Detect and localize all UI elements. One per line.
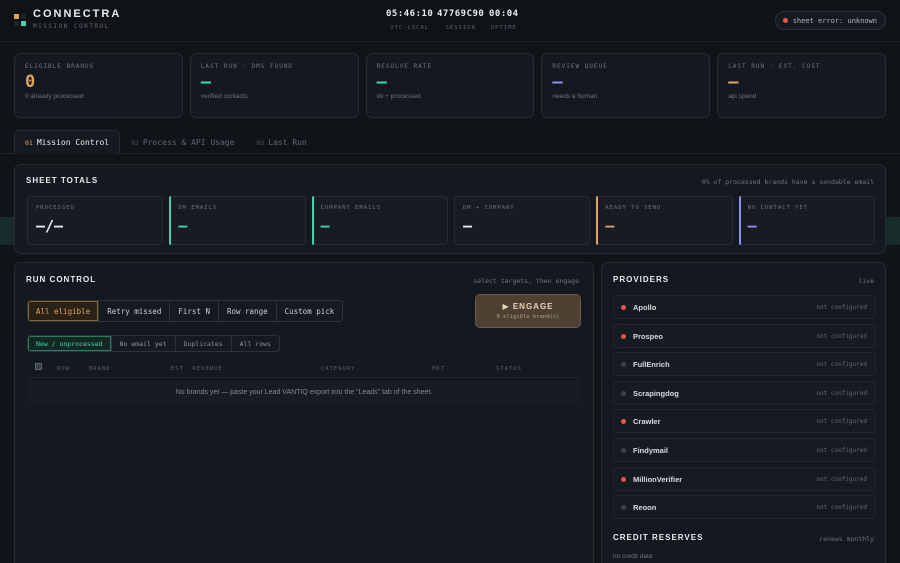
sheet-totals-panel: SHEET TOTALS 0% of processed brands have… [14,164,886,254]
engage-button[interactable]: ▶ ENGAGE 0 eligible brand(s) [475,294,581,328]
status-text: sheet error: unknown [792,16,877,25]
provider-status-dot-icon [621,476,626,482]
tab-bar: 01 Mission Control 02 Process & API Usage … [14,130,318,154]
panel-title: SHEET TOTALS [26,176,99,185]
logo-icon [14,14,26,26]
col-est-revenue: EST. REVENUE [171,366,223,372]
total-processed: PROCESSED —/— [27,196,164,245]
provider-apollo[interactable]: Apollo not configured [613,295,876,319]
provider-reoon[interactable]: Reoon not configured [613,495,876,520]
target-mode-selector: All eligible Retry missed First N Row ra… [27,300,344,322]
tab-mission-control[interactable]: 01 Mission Control [14,130,121,154]
row-filter-selector: New / unprocessed No email yet Duplicate… [27,335,280,352]
run-control-panel: RUN CONTROL select targets, then engage … [14,262,594,563]
col-row: ROW [57,366,70,372]
col-status: STATUS [496,366,522,372]
status-dot-icon [782,18,788,23]
panel-title: PROVIDERS [613,275,670,284]
provider-crawler[interactable]: Crawler not configured [613,409,876,434]
select-all-checkbox[interactable] [35,363,42,370]
total-dm-emails: DM EMAILS — [169,196,306,245]
totals-row: PROCESSED —/— DM EMAILS — COMPANY EMAILS… [27,196,875,245]
total-ready-to-send: READY TO SEND — [596,196,733,245]
mode-retry-missed[interactable]: Retry missed [99,301,171,321]
mode-row-range[interactable]: Row range [219,301,277,321]
total-company-emails: COMPANY EMAILS — [311,196,448,245]
top-bar: CONNECTRA MISSION CONTROL 05:46:10 UTC-L… [0,0,900,42]
provider-status-dot-icon [621,505,626,511]
kpi-dms-found: LAST RUN · DMS FOUND — verified contacts [189,53,359,118]
mode-custom-pick[interactable]: Custom pick [277,301,343,321]
panel-note: 0% of processed brands have a sendable e… [701,178,874,186]
provider-status-dot-icon [621,333,626,339]
provider-fullenrich[interactable]: FullEnrich not configured [613,352,876,377]
tab-last-run[interactable]: 03 Last Run [245,130,317,154]
kpi-resolve-rate: RESOLVE RATE — ok ÷ processed [365,53,535,118]
provider-findymail[interactable]: Findymail not configured [613,437,876,462]
provider-status-dot-icon [621,390,626,396]
app-name: CONNECTRA [33,8,122,20]
provider-status-dot-icon [621,305,626,310]
provider-millionverifier[interactable]: MillionVerifier not configured [613,466,876,491]
credit-reserves-note: renews monthly [819,535,874,543]
total-dm-plus-company: DM + COMPANY — [453,196,591,245]
filter-all-rows[interactable]: All rows [232,336,279,351]
clock-uptime: 00:04 UPTIME [489,9,519,31]
col-mkt: MKT [432,366,445,372]
col-category: CATEGORY [321,366,356,372]
mode-first-n[interactable]: First N [170,301,219,321]
provider-status-dot-icon [621,419,626,425]
col-brand: BRAND [89,366,111,372]
clock-local: 05:46:10 UTC-LOCAL [386,9,434,31]
providers-panel: PROVIDERS live Apollo not configured Pro… [601,262,886,563]
clock-session: 47769C90 SESSION [437,9,485,31]
filter-no-email-yet[interactable]: No email yet [112,336,176,351]
credit-reserves-title: CREDIT RESERVES [613,533,704,542]
credit-empty-message: no credit data [613,553,653,560]
app-subtitle: MISSION CONTROL [33,23,110,30]
filter-duplicates[interactable]: Duplicates [176,336,232,351]
kpi-row: ELIGIBLE BRANDS 0 0 already processed LA… [14,53,886,118]
empty-table-message: No brands yet — paste your Lead VANTIQ e… [27,382,581,404]
tab-process-api-usage[interactable]: 02 Process & API Usage [120,130,245,154]
provider-status-dot-icon [621,447,626,453]
sheet-status-badge[interactable]: sheet error: unknown [774,11,886,30]
table-header: ROW BRAND EST. REVENUE CATEGORY MKT STAT… [27,360,581,378]
total-no-contact-yet: NO CONTACT YET — [738,196,875,245]
filter-new-unprocessed[interactable]: New / unprocessed [28,336,112,351]
provider-status-dot-icon [621,362,626,368]
panel-note: live [858,277,874,285]
mode-all-eligible[interactable]: All eligible [28,301,100,321]
kpi-est-cost: LAST RUN · EST. COST — api spend [717,53,886,118]
provider-prospeo[interactable]: Prospeo not configured [613,323,876,348]
provider-scrapingdog[interactable]: Scrapingdog not configured [613,380,876,405]
kpi-review-queue: REVIEW QUEUE — needs a human [541,53,711,118]
kpi-eligible-brands: ELIGIBLE BRANDS 0 0 already processed [14,53,183,118]
panel-title: RUN CONTROL [26,275,97,284]
panel-note: select targets, then engage [473,277,579,285]
provider-list: Apollo not configured Prospeo not config… [613,295,876,524]
